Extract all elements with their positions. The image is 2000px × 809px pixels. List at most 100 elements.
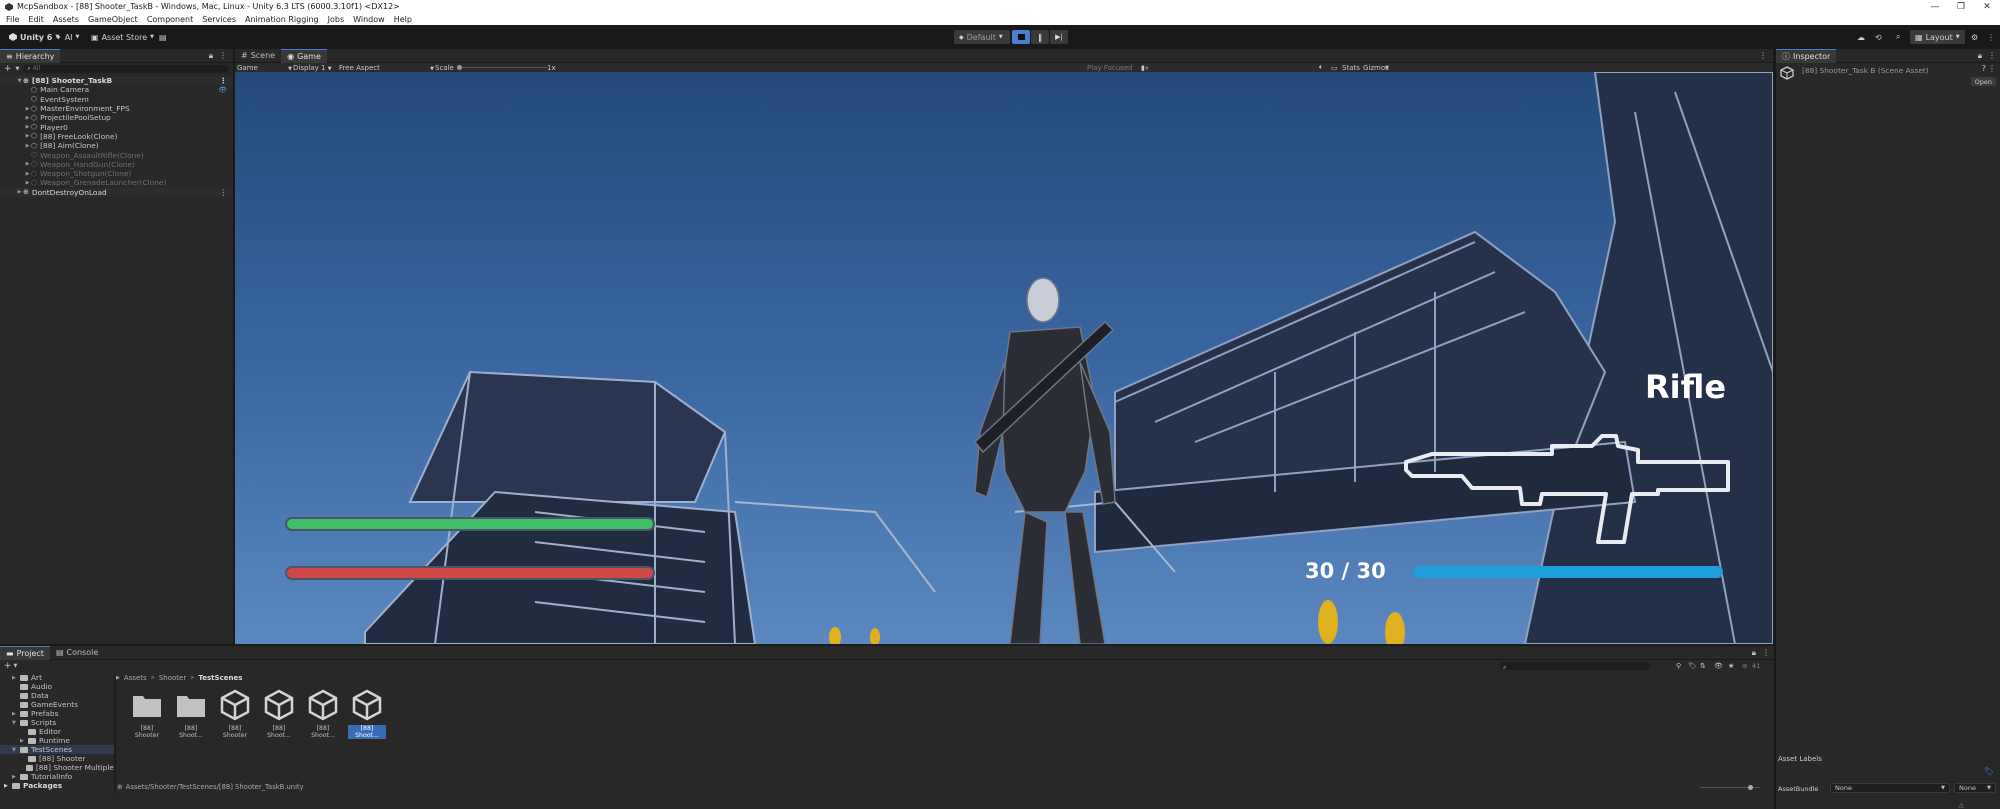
hierarchy-item[interactable]: ▶ ⬡ Player0 <box>0 122 233 132</box>
menu-animation-rigging[interactable]: Animation Rigging <box>245 15 319 24</box>
chevron-down-icon[interactable]: ▼ <box>1385 65 1389 71</box>
menu-jobs[interactable]: Jobs <box>328 15 345 24</box>
hierarchy-item[interactable]: ▶ ⬡ Weapon_GrenadeLauncher(Clone) <box>0 178 233 187</box>
expand-arrow-icon[interactable]: ▶ <box>24 124 31 130</box>
project-tree-item[interactable]: Editor <box>0 727 114 736</box>
tab-hierarchy[interactable]: ≡ Hierarchy <box>0 48 61 63</box>
lock-icon[interactable]: 🔒︎ <box>1978 51 1982 61</box>
project-search-input[interactable]: ⌕ <box>1500 662 1650 671</box>
play-focused-dropdown[interactable]: Play Focused ▼ <box>1087 64 1149 72</box>
filter-log-icon[interactable]: ⇅ <box>1700 662 1706 670</box>
project-tree-item[interactable]: [88] Shooter <box>0 754 114 763</box>
assetbundle-dropdown[interactable]: None ▼ <box>1830 783 1950 793</box>
play-mode-dropdown[interactable]: ◆ Default ▼ <box>954 30 1010 44</box>
menu-services[interactable]: Services <box>202 15 236 24</box>
expand-arrow-icon[interactable]: ▶ <box>24 171 31 177</box>
filter-type-icon[interactable]: ⚲ <box>1676 662 1681 670</box>
project-tree-item[interactable]: GameEvents <box>0 700 114 709</box>
audio-icon[interactable]: 🔈︎ <box>1319 63 1323 72</box>
play-button[interactable] <box>1012 30 1030 44</box>
project-tree-item[interactable]: ▶ TutorialInfo <box>0 772 114 781</box>
hierarchy-item[interactable]: ▶ ⬡ Weapon_Shotgun(Clone) <box>0 169 233 178</box>
project-tree-item[interactable]: [88] Shooter Multiple <box>0 763 114 772</box>
lock-icon[interactable]: 🔒︎ <box>1752 648 1756 658</box>
step-button[interactable]: ▶| <box>1050 30 1068 44</box>
close-button[interactable]: ✕ <box>1974 0 2000 13</box>
expand-arrow-icon[interactable]: ▶ <box>24 143 31 149</box>
help-icon[interactable]: ? <box>1982 64 1986 73</box>
more-menu-icon[interactable]: ⋮ <box>1759 51 1767 60</box>
more-menu-icon[interactable]: ⋮ <box>220 188 227 197</box>
expand-arrow-icon[interactable]: ▶ <box>24 161 31 167</box>
menu-assets[interactable]: Assets <box>53 15 79 24</box>
more-menu-icon[interactable]: ⋮ <box>219 51 227 60</box>
add-icon[interactable]: + <box>4 661 12 671</box>
hierarchy-item[interactable]: ▶ ⬡ ProjectilePoolSetup <box>0 113 233 122</box>
hierarchy-item[interactable]: ▶ ⬡ [88] Aim(Clone) <box>0 141 233 150</box>
hierarchy-scene-row[interactable]: ▼ ⊕ [88] Shooter_TaskB ⋮ <box>0 76 233 86</box>
expand-arrow-icon[interactable]: ▶ <box>24 115 31 121</box>
hierarchy-item[interactable]: ▶ ⬡ Weapon_HandGun(Clone) <box>0 160 233 169</box>
project-tree-item[interactable]: ▶ Art <box>0 673 114 682</box>
menu-component[interactable]: Component <box>147 15 193 24</box>
menu-window[interactable]: Window <box>353 15 385 24</box>
hierarchy-search-input[interactable]: ⌕ All <box>23 64 229 73</box>
lock-icon[interactable]: 🔒︎ <box>209 51 213 61</box>
add-icon[interactable]: + <box>4 64 12 74</box>
expand-arrow-icon[interactable]: ▼ <box>12 747 20 753</box>
menu-file[interactable]: File <box>6 15 19 24</box>
visibility-eye-icon[interactable]: 👁︎ <box>218 86 227 94</box>
hierarchy-dontdestroy-row[interactable]: ▶ ⊕ DontDestroyOnLoad ⋮ <box>0 187 233 197</box>
expand-arrow-icon[interactable]: ▶ <box>12 774 20 780</box>
expand-arrow-icon[interactable]: ▼ <box>12 720 20 726</box>
game-viewport[interactable]: 30 / 30 Rifle <box>235 72 1773 644</box>
expand-arrow-icon[interactable]: ▶ <box>12 675 20 681</box>
scale-slider-handle[interactable] <box>457 65 462 70</box>
expand-arrow-icon[interactable]: ▶ <box>4 783 12 789</box>
stats-toggle[interactable]: ▭ <box>1331 64 1338 72</box>
more-menu-icon[interactable]: ⋮ <box>1982 30 2000 44</box>
asset-tile[interactable]: [88] Shoot... <box>348 688 386 739</box>
more-menu-icon[interactable]: ⋮ <box>1762 648 1770 657</box>
thumbnail-size-slider[interactable] <box>1700 785 1760 790</box>
ai-button[interactable]: ✦ AI ▼ <box>50 30 84 44</box>
chevron-down-icon[interactable]: ▼ <box>16 66 20 72</box>
asset-tile[interactable]: [88] Shoot... <box>260 688 298 739</box>
asset-tile[interactable]: [88] Shoot... <box>172 688 210 739</box>
project-tree-item[interactable]: ▶ Runtime <box>0 736 114 745</box>
display-dropdown[interactable]: Display 1 ▼ <box>293 64 332 72</box>
expand-arrow-icon[interactable]: ▼ <box>16 78 23 84</box>
thumbnail-size-handle[interactable] <box>1748 785 1753 790</box>
project-tree-item[interactable]: ▶ Prefabs <box>0 709 114 718</box>
panel-splitter[interactable] <box>114 673 116 793</box>
settings-gear-icon[interactable]: ⚙ <box>1966 30 1983 44</box>
tab-console[interactable]: ▤ Console <box>50 646 104 660</box>
hierarchy-item[interactable]: ▶ ⬡ [88] FreeLook(Clone) <box>0 132 233 141</box>
open-button[interactable]: Open <box>1970 77 1996 86</box>
project-tree-item[interactable]: ▼ Scripts <box>0 718 114 727</box>
expand-arrow-icon[interactable]: ▶ <box>24 106 31 112</box>
expand-arrow-icon[interactable]: ▶ <box>16 189 23 195</box>
project-tree-item[interactable]: Audio <box>0 682 114 691</box>
tab-inspector[interactable]: ⓘ Inspector <box>1776 48 1837 63</box>
asset-tile[interactable]: [88] Shoot... <box>304 688 342 739</box>
more-menu-icon[interactable]: ⋮ <box>220 76 227 85</box>
asset-store-button[interactable]: ▣ Asset Store ▼ <box>86 30 159 44</box>
stats-button[interactable]: Stats <box>1342 64 1360 72</box>
menu-edit[interactable]: Edit <box>28 15 44 24</box>
hierarchy-item[interactable]: ⬡ Weapon_AssaultRifle(Clone) <box>0 150 233 160</box>
more-menu-icon[interactable]: ⋮ <box>1988 51 1996 60</box>
project-tree-item[interactable]: Data <box>0 691 114 700</box>
more-menu-icon[interactable]: ⋮ <box>1988 64 1996 73</box>
cloud-icon[interactable]: ☁ <box>1852 30 1870 44</box>
variant-dropdown[interactable]: None ▼ <box>1954 783 1996 793</box>
project-tree-item[interactable]: ▼ TestScenes <box>0 745 114 754</box>
hierarchy-item[interactable]: ⬡ EventSystem <box>0 95 233 104</box>
version-control-icon[interactable]: ▤ <box>154 30 172 44</box>
hierarchy-item[interactable]: ⬡ Main Camera 👁︎ <box>0 85 233 94</box>
menu-help[interactable]: Help <box>394 15 412 24</box>
scale-slider[interactable] <box>457 65 547 70</box>
expand-arrow-icon[interactable]: ▶ <box>24 133 31 139</box>
aspect-dropdown[interactable]: Free Aspect ▼ <box>339 64 434 72</box>
asset-tile[interactable]: [88] Shooter <box>216 688 254 739</box>
